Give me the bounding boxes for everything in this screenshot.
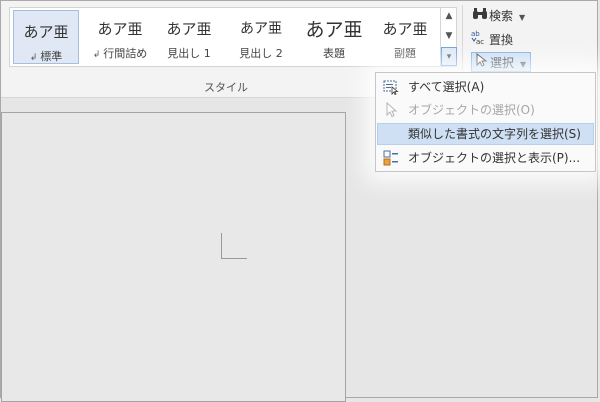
style-sample: あア亜 xyxy=(305,19,363,41)
style-name: 副題 xyxy=(394,47,416,60)
find-button[interactable]: 検索 ▼ xyxy=(471,6,525,26)
menu-item-label: 類似した書式の文字列を選択(S) xyxy=(408,127,581,141)
gallery-scroll-up-icon[interactable]: ▲ xyxy=(441,7,457,26)
menu-item-label: すべて選択(A) xyxy=(408,80,485,94)
style-sample: あア亜 xyxy=(240,21,282,37)
paragraph-mark-icon: ↲ xyxy=(92,50,101,60)
selection-pane-icon xyxy=(383,150,399,166)
menu-item-label: オブジェクトの選択(O) xyxy=(408,103,535,117)
replace-button[interactable]: ab ac 置換 xyxy=(471,29,513,49)
style-name: 見出し 2 xyxy=(239,47,283,60)
style-subtitle[interactable]: あア亜 副題 xyxy=(374,8,436,66)
style-name: 見出し 1 xyxy=(167,47,211,60)
paragraph-mark-icon: ↲ xyxy=(29,53,38,63)
menu-item-select-objects[interactable]: オブジェクトの選択(O) xyxy=(377,99,594,121)
menu-item-selection-pane[interactable]: オブジェクトの選択と表示(P)... xyxy=(377,147,594,169)
style-heading-1[interactable]: あア亜 見出し 1 xyxy=(160,8,218,66)
margin-corner-mark xyxy=(221,258,247,259)
gallery-more-icon[interactable]: ▾ xyxy=(441,47,457,66)
style-sample: あア亜 xyxy=(166,20,212,38)
menu-item-label: オブジェクトの選択と表示(P)... xyxy=(408,151,581,165)
style-sample: あア亜 xyxy=(382,20,428,38)
style-gallery-scroll: ▲ ▼ ▾ xyxy=(440,7,457,67)
style-normal[interactable]: あア亜 ↲ 標準 xyxy=(13,10,79,64)
svg-text:ac: ac xyxy=(476,38,484,45)
margin-corner-mark xyxy=(221,233,222,259)
style-title[interactable]: あア亜 表題 xyxy=(300,8,368,66)
select-label: 選択 xyxy=(490,56,515,70)
select-dropdown-menu: すべて選択(A) オブジェクトの選択(O) 類似した書式の文字列を選択(S) オ… xyxy=(375,72,596,172)
menu-item-select-similar-formatting[interactable]: 類似した書式の文字列を選択(S) xyxy=(377,123,594,145)
styles-group-label: スタイル xyxy=(204,81,248,94)
find-label: 検索 xyxy=(489,9,514,23)
replace-icon: ab ac xyxy=(471,29,489,52)
style-heading-2[interactable]: あア亜 見出し 2 xyxy=(232,8,290,66)
binoculars-icon xyxy=(471,7,489,27)
style-name: ↲ 標準 xyxy=(29,50,63,63)
select-button[interactable]: 選択 ▼ xyxy=(471,52,532,74)
document-page[interactable] xyxy=(1,112,346,402)
chevron-down-icon: ▼ xyxy=(520,60,527,69)
style-sample: あア亜 xyxy=(97,20,143,38)
select-all-icon xyxy=(383,79,399,96)
menu-item-select-all[interactable]: すべて選択(A) xyxy=(377,76,594,98)
chevron-down-icon: ▼ xyxy=(519,13,526,22)
style-sample: あア亜 xyxy=(23,23,69,41)
svg-text:ab: ab xyxy=(471,30,480,38)
replace-label: 置換 xyxy=(489,33,514,47)
style-name: ↲ 行間詰め xyxy=(92,47,148,60)
style-no-spacing[interactable]: あア亜 ↲ 行間詰め xyxy=(84,8,156,66)
select-objects-icon xyxy=(383,101,399,118)
style-gallery: あア亜 ↲ 標準 あア亜 ↲ 行間詰め あア亜 見出し 1 あア亜 見出し 2 あア… xyxy=(9,7,457,67)
style-name: 表題 xyxy=(323,47,345,60)
cursor-arrow-icon xyxy=(472,52,490,74)
gallery-scroll-down-icon[interactable]: ▼ xyxy=(441,27,457,46)
